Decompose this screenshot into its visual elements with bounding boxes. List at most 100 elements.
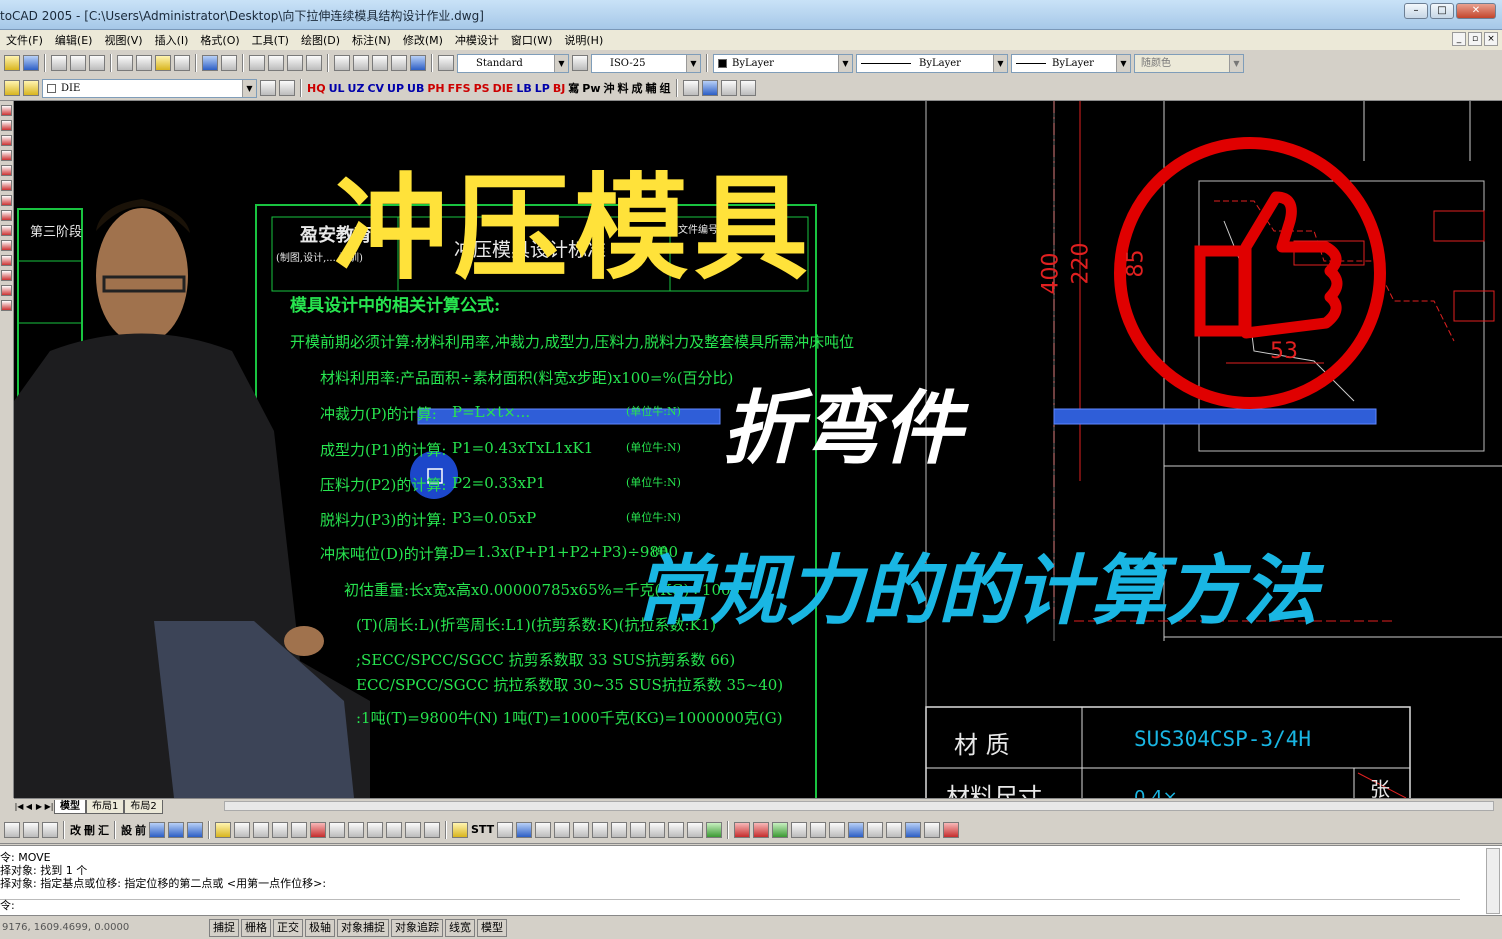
tab-layout2[interactable]: 布局2 (124, 799, 163, 814)
polygon-icon[interactable] (1, 150, 12, 161)
close-button[interactable]: ✕ (1456, 3, 1496, 19)
linetype-select[interactable]: ByLayer ▼ (856, 53, 1008, 73)
ortho-toggle[interactable]: 正交 (273, 918, 303, 937)
rectangle-icon[interactable] (1, 165, 12, 176)
design-center-icon[interactable] (353, 55, 369, 71)
cmd-stt[interactable]: STT (471, 823, 494, 836)
blue-tool-icon[interactable] (848, 821, 865, 838)
copy-icon[interactable] (136, 55, 152, 71)
match-properties-icon[interactable] (174, 55, 190, 71)
bracket-tool-icon[interactable] (810, 821, 827, 838)
undo-icon[interactable] (202, 55, 218, 71)
layer-select[interactable]: DIE ▼ (42, 78, 257, 98)
first-tab-button[interactable]: |◀ (14, 801, 24, 813)
polyline-icon[interactable] (1, 120, 12, 131)
command-input[interactable]: 令: (0, 899, 1460, 913)
next-tab-button[interactable]: ▶ (34, 801, 44, 813)
cmd-delete[interactable]: 刪 (84, 822, 95, 838)
die-cmd-write[interactable]: 寫 (568, 80, 579, 96)
horizontal-scrollbar[interactable] (224, 801, 1494, 811)
menu-insert[interactable]: 插入(I) (149, 32, 195, 48)
color-select[interactable]: ByLayer ▼ (713, 53, 853, 73)
menu-format[interactable]: 格式(O) (194, 32, 245, 48)
osnap-toggle[interactable]: 对象捕捉 (337, 918, 389, 937)
chamfer-icon[interactable] (329, 821, 345, 838)
zoom-window-icon[interactable] (287, 55, 303, 71)
paste-icon[interactable] (155, 55, 171, 71)
last-tab-button[interactable]: ▶| (44, 801, 54, 813)
cut-icon[interactable] (117, 55, 133, 71)
leader-icon[interactable] (535, 821, 552, 838)
hatch-tool-icon[interactable] (452, 821, 468, 838)
layer-previous-icon[interactable] (279, 80, 295, 96)
settings-tool-icon[interactable] (905, 821, 922, 838)
zoom-realtime-icon[interactable] (268, 55, 284, 71)
pen-tool-icon[interactable] (886, 821, 903, 838)
menu-view[interactable]: 视图(V) (98, 32, 148, 48)
cmd-change[interactable]: 改 (70, 822, 81, 838)
tab-model[interactable]: 模型 (54, 799, 86, 814)
die-cmd-ffs[interactable]: FFS (448, 82, 471, 95)
model-toggle[interactable]: 模型 (477, 918, 507, 937)
guide-icon[interactable] (687, 821, 704, 838)
die-cmd-lb[interactable]: LB (516, 82, 531, 95)
grid-toggle[interactable]: 栅格 (241, 918, 271, 937)
frame-tool-icon[interactable] (720, 80, 737, 96)
layer-on-icon[interactable] (4, 80, 20, 96)
die-cmd-group[interactable]: 组 (660, 80, 671, 96)
point-icon[interactable] (1, 255, 12, 266)
box-tool-icon[interactable] (829, 821, 846, 838)
layer-freeze-icon[interactable] (23, 80, 39, 96)
circle-tool-icon[interactable] (573, 821, 590, 838)
snap-toggle[interactable]: 捕捉 (209, 918, 239, 937)
die-cmd-cv[interactable]: CV (367, 82, 384, 95)
explode-icon[interactable] (367, 821, 383, 838)
cmd-front[interactable]: 前 (135, 822, 146, 838)
zoom-previous-icon[interactable] (306, 55, 322, 71)
rotate-icon[interactable] (405, 821, 421, 838)
spline-icon[interactable] (1, 210, 12, 221)
trim-icon[interactable] (272, 821, 288, 838)
properties-icon[interactable] (334, 55, 350, 71)
redo-icon[interactable] (221, 55, 237, 71)
red-tool-2-icon[interactable] (753, 821, 770, 838)
tab-layout1[interactable]: 布局1 (86, 799, 125, 814)
dim-style-select[interactable]: ISO-25 ▼ (591, 53, 701, 73)
pin-icon[interactable] (630, 821, 647, 838)
die-cmd-punch[interactable]: 沖 (604, 80, 615, 96)
punch-icon[interactable] (611, 821, 628, 838)
menu-dimension[interactable]: 标注(N) (346, 32, 397, 48)
cmd-setup[interactable]: 設 (121, 822, 132, 838)
otrack-toggle[interactable]: 对象追踪 (391, 918, 443, 937)
tool-palettes-icon[interactable] (372, 55, 388, 71)
die-cmd-material[interactable]: 料 (618, 80, 629, 96)
help-icon[interactable] (410, 55, 426, 71)
target-icon[interactable] (424, 821, 440, 838)
menu-draw[interactable]: 绘图(D) (295, 32, 346, 48)
menu-tools[interactable]: 工具(T) (246, 32, 295, 48)
menu-modify[interactable]: 修改(M) (397, 32, 449, 48)
view-icon[interactable] (149, 821, 165, 838)
doc-minimize-button[interactable]: _ (1452, 32, 1466, 46)
die-cmd-ph[interactable]: PH (427, 82, 444, 95)
die-cmd-bj[interactable]: BJ (553, 82, 565, 95)
markup-icon[interactable] (391, 55, 407, 71)
new-icon[interactable] (4, 55, 20, 71)
arc-icon[interactable] (1, 180, 12, 191)
list-tool-icon[interactable] (739, 80, 756, 96)
die-cmd-ul[interactable]: UL (329, 82, 345, 95)
maximize-button[interactable]: □ (1430, 3, 1454, 19)
die-cmd-ub[interactable]: UB (407, 82, 424, 95)
die-cmd-uz[interactable]: UZ (348, 82, 365, 95)
construction-line-icon[interactable] (1, 135, 12, 146)
fillet-icon[interactable] (348, 821, 364, 838)
line-icon[interactable] (1, 105, 12, 116)
copy-object-icon[interactable] (23, 821, 39, 838)
break-icon[interactable] (310, 821, 326, 838)
hatch-icon[interactable] (1, 270, 12, 281)
lineweight-select[interactable]: ByLayer ▼ (1011, 53, 1131, 73)
erase-icon[interactable] (4, 821, 20, 838)
die-cmd-aux[interactable]: 輔 (646, 80, 657, 96)
spring-icon[interactable] (668, 821, 685, 838)
die-cmd-pw[interactable]: Pw (582, 82, 600, 95)
